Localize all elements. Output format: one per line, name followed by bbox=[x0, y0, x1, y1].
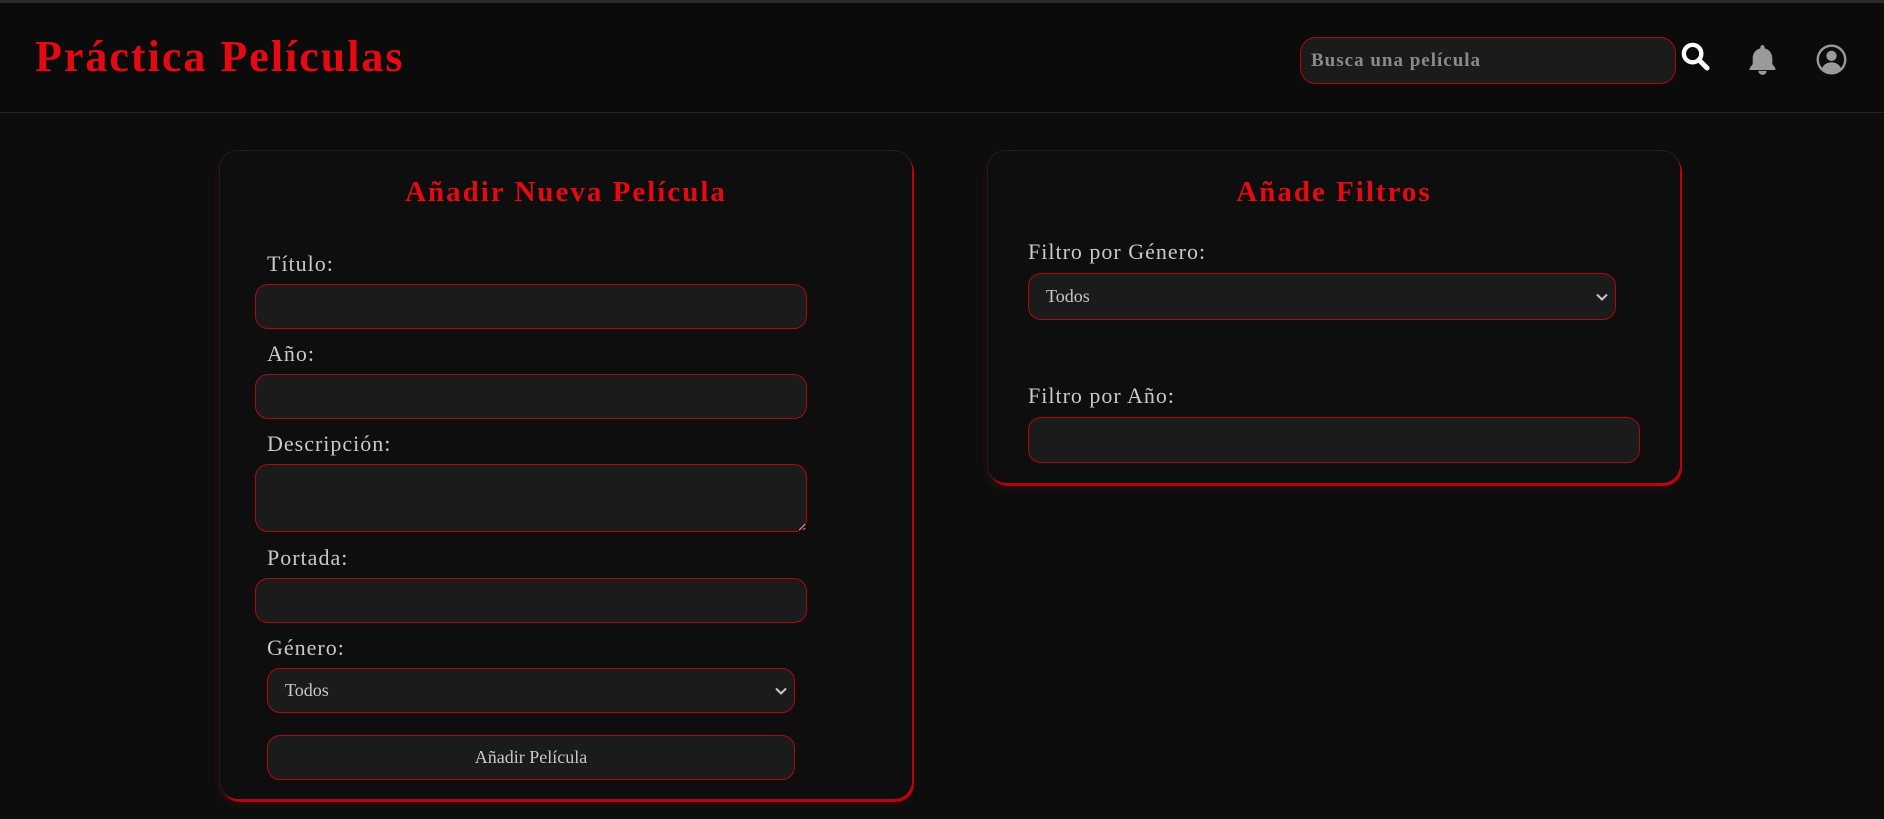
user-circle-icon[interactable] bbox=[1815, 43, 1848, 76]
genero-select-value: Todos bbox=[285, 680, 329, 700]
filter-anio-input[interactable] bbox=[1028, 417, 1640, 463]
search-icon[interactable] bbox=[1680, 41, 1711, 72]
genero-label: Género: bbox=[267, 635, 345, 660]
descripcion-textarea[interactable] bbox=[255, 464, 807, 532]
brand-title: Práctica Películas bbox=[35, 32, 405, 81]
anio-label: Año: bbox=[267, 341, 315, 366]
chevron-down-icon bbox=[1595, 286, 1609, 307]
titulo-label: Título: bbox=[267, 251, 334, 276]
chevron-down-icon bbox=[774, 680, 788, 701]
bell-icon[interactable] bbox=[1748, 43, 1777, 76]
top-bar: Práctica Películas bbox=[0, 0, 1884, 113]
filter-anio-label: Filtro por Año: bbox=[1028, 383, 1176, 408]
add-movie-title: Añadir Nueva Película bbox=[405, 176, 727, 208]
add-movie-card: Añadir Nueva Película Título: Año: Descr… bbox=[220, 151, 912, 799]
portada-input[interactable] bbox=[255, 578, 807, 623]
filter-genero-label: Filtro por Género: bbox=[1028, 239, 1207, 264]
filter-genero-select[interactable]: Todos bbox=[1028, 273, 1616, 320]
filters-card: Añade Filtros Filtro por Género: Todos F… bbox=[988, 151, 1680, 483]
portada-label: Portada: bbox=[267, 545, 349, 570]
filters-title: Añade Filtros bbox=[1236, 176, 1432, 208]
filter-genero-select-value: Todos bbox=[1046, 286, 1090, 306]
search-input[interactable] bbox=[1300, 37, 1676, 84]
descripcion-label: Descripción: bbox=[267, 431, 392, 456]
genero-select[interactable]: Todos bbox=[267, 668, 795, 713]
titulo-input[interactable] bbox=[255, 284, 807, 329]
anio-input[interactable] bbox=[255, 374, 807, 419]
add-movie-button[interactable]: Añadir Película bbox=[267, 735, 795, 780]
